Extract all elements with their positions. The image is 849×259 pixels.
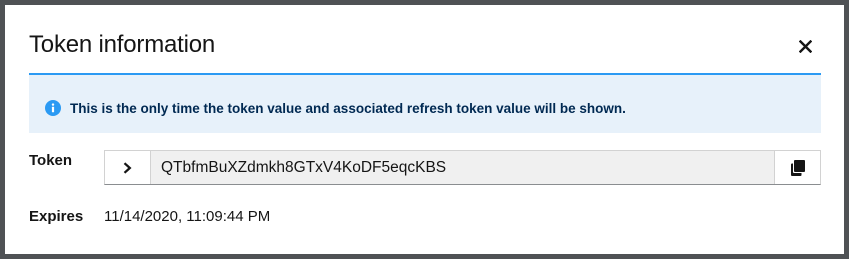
token-value-field[interactable]: QTbfmBuXZdmkh8GTxV4KoDF5eqcKBS [151, 151, 774, 184]
expires-value: 11/14/2020, 11:09:44 PM [104, 208, 271, 225]
chevron-right-icon [123, 161, 132, 174]
close-button[interactable] [793, 34, 817, 58]
expires-label: Expires [29, 208, 84, 225]
alert-message: This is the only time the token value an… [70, 101, 626, 116]
info-alert: This is the only time the token value an… [29, 73, 821, 133]
expand-token-button[interactable] [105, 151, 151, 184]
close-icon [798, 39, 812, 53]
copy-token-button[interactable] [774, 151, 820, 184]
token-label: Token [29, 152, 73, 169]
modal-title: Token information [29, 31, 216, 58]
info-circle-icon [45, 100, 61, 116]
copy-icon [790, 159, 805, 176]
token-information-modal: Token information This is the only time … [5, 5, 844, 254]
token-clipboard-copy: QTbfmBuXZdmkh8GTxV4KoDF5eqcKBS [104, 150, 821, 185]
